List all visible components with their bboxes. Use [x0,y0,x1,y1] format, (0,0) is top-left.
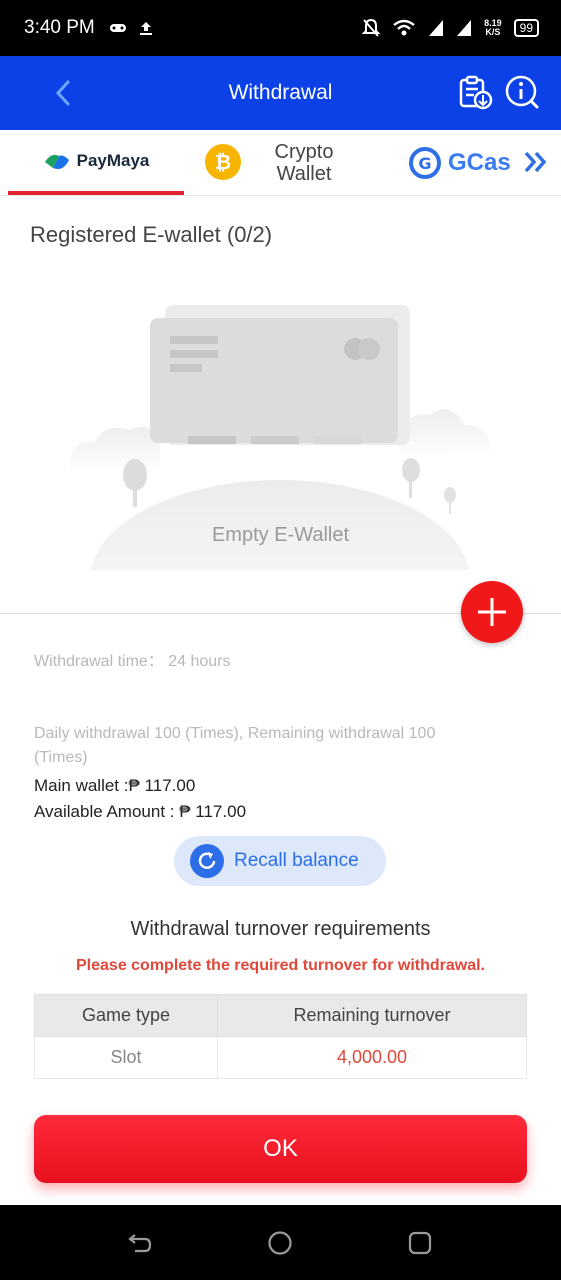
empty-ewallet-label: Empty E-Wallet [211,524,350,546]
system-nav-bar [0,1205,561,1280]
status-bar: 3:40 PM 8.19 K/S 99 [0,0,561,56]
refresh-icon [198,852,216,869]
turnover-title: Withdrawal turnover requirements [130,918,431,940]
notifications-off-icon [362,18,381,37]
battery-indicator: 99 [513,19,539,37]
cell-remaining-turnover: 4,000.00 [217,1036,527,1079]
recents-square-icon [408,1231,432,1255]
signal-icon [429,20,444,36]
back-button[interactable] [46,74,80,112]
home-nav-button[interactable] [260,1225,300,1261]
withdrawal-record-button[interactable] [456,72,494,112]
page-title: Withdrawal [228,81,333,104]
chevron-left-icon [55,80,70,106]
turnover-warning: Please complete the required turnover fo… [76,957,485,974]
payment-method-tabs: PayMaya ₿ Crypto Wallet G GCas [0,130,561,196]
table-row: Slot 4,000.00 [34,1036,527,1079]
clipboard-download-icon [459,75,493,110]
column-header-game-type: Game type [34,994,218,1037]
tab-crypto-wallet[interactable]: ₿ Crypto Wallet [200,130,380,195]
gcash-logo-icon: G [409,146,441,179]
column-header-remaining-turnover: Remaining turnover [217,994,527,1037]
ok-button[interactable]: OK [34,1115,527,1183]
recents-nav-button[interactable] [400,1225,440,1261]
wifi-icon [393,19,415,36]
back-nav-button[interactable] [120,1225,160,1261]
tab-paymaya[interactable]: PayMaya [8,130,184,195]
plus-icon [478,598,506,626]
gamepad-icon [109,24,126,32]
upload-icon [139,22,152,35]
daily-withdrawal-limit: Daily withdrawal 100 (Times), Remaining … [34,725,436,766]
available-amount: Available Amount : ₱ 117.00 [34,802,247,821]
home-circle-icon [268,1231,292,1255]
add-ewallet-button[interactable] [461,581,523,643]
svg-text:₿: ₿ [215,150,231,174]
back-arrow-icon [128,1234,152,1253]
double-chevron-right-icon [524,151,547,173]
main-wallet-balance: Main wallet :₱ 117.00 [34,776,196,795]
info-icon [505,75,539,109]
cell-game-type: Slot [34,1036,218,1079]
signal-icon-2 [457,20,472,36]
app-header: Withdrawal [0,56,561,130]
svg-text:G: G [418,154,431,173]
registered-ewallet-title: Registered E-wallet (0/2) [30,222,273,247]
net-speed: 8.19 K/S [484,18,502,37]
turnover-table: Game type Remaining turnover Slot 4,000.… [34,994,527,1079]
bitcoin-icon: ₿ [205,144,241,180]
withdrawal-time: Withdrawal time： 24 hours [34,653,231,670]
status-time: 3:40 PM [24,17,95,38]
more-tabs-button[interactable] [520,144,552,180]
recall-balance-button[interactable]: Recall balance [174,836,386,886]
info-button[interactable] [503,72,541,112]
tab-gcash[interactable]: G GCas [408,130,518,195]
table-header-row: Game type Remaining turnover [34,994,527,1037]
paymaya-logo-icon [44,154,69,169]
